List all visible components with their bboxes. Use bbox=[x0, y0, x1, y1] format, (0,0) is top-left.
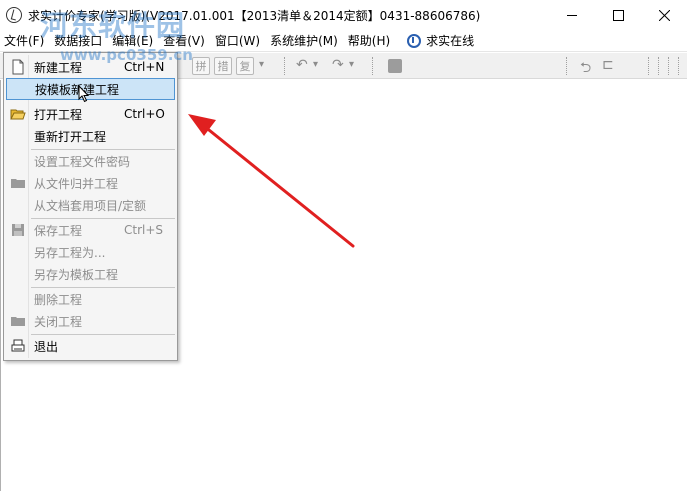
menu-item-open-project[interactable]: 打开工程 Ctrl+O bbox=[6, 103, 175, 125]
menu-item-save-as[interactable]: 另存工程为... bbox=[6, 241, 175, 263]
mouse-cursor-icon bbox=[78, 85, 90, 103]
menu-item-label: 设置工程文件密码 bbox=[34, 154, 131, 169]
closed-folder-icon bbox=[11, 317, 25, 326]
menu-item-shortcut: Ctrl+S bbox=[124, 223, 164, 237]
menu-item-close-project[interactable]: 关闭工程 bbox=[6, 310, 175, 332]
menu-item-shortcut: Ctrl+O bbox=[124, 107, 165, 121]
menu-item-save-project[interactable]: 保存工程 Ctrl+S bbox=[6, 219, 175, 241]
menu-item-label: 从文件归并工程 bbox=[34, 176, 119, 191]
menu-item-exit[interactable]: 退出 bbox=[6, 335, 175, 357]
menu-item-label: 重新打开工程 bbox=[34, 129, 107, 144]
open-folder-icon bbox=[10, 109, 26, 120]
menu-item-set-password[interactable]: 设置工程文件密码 bbox=[6, 150, 175, 172]
new-document-icon bbox=[12, 59, 24, 75]
menu-item-label: 另存为模板工程 bbox=[34, 267, 119, 282]
menu-item-delete-project[interactable]: 删除工程 bbox=[6, 288, 175, 310]
menu-item-label: 从文档套用项目/定额 bbox=[34, 198, 147, 213]
file-menu-dropdown: 新建工程 Ctrl+N 按模板新建工程 打开工程 Ctrl+O 重新打开工程 设… bbox=[3, 52, 178, 361]
save-disk-icon bbox=[12, 224, 24, 236]
exit-printer-icon bbox=[11, 339, 25, 352]
menu-item-apply-from-document[interactable]: 从文档套用项目/定额 bbox=[6, 194, 175, 216]
menu-item-label: 关闭工程 bbox=[34, 314, 83, 329]
menu-item-new-from-template[interactable]: 按模板新建工程 bbox=[6, 78, 175, 100]
folder-icon bbox=[11, 179, 25, 188]
menu-item-label: 按模板新建工程 bbox=[35, 82, 120, 97]
menu-item-label: 保存工程 bbox=[34, 223, 83, 238]
menu-item-label: 打开工程 bbox=[34, 107, 83, 122]
menu-item-save-as-template[interactable]: 另存为模板工程 bbox=[6, 263, 175, 285]
watermark-logo: 河东软件园 bbox=[40, 9, 186, 42]
menu-item-reopen-project[interactable]: 重新打开工程 bbox=[6, 125, 175, 147]
menu-item-merge-from-file[interactable]: 从文件归并工程 bbox=[6, 172, 175, 194]
menu-item-label: 删除工程 bbox=[34, 292, 83, 307]
menu-item-label: 另存工程为... bbox=[34, 245, 106, 260]
menu-item-label: 退出 bbox=[34, 339, 59, 354]
watermark-url: www.pc0359.cn bbox=[60, 46, 193, 64]
